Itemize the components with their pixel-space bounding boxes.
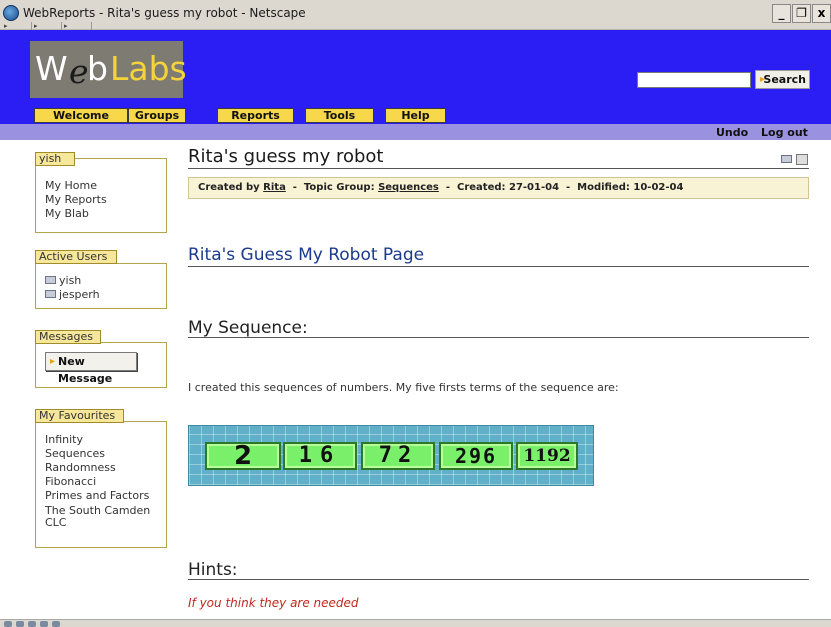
user-box: My Home My Reports My Blab [35, 158, 167, 233]
logo-letter-b: b [87, 49, 108, 88]
new-message-button[interactable]: ▸ New Message [45, 352, 137, 385]
page-heading: Rita's Guess My Robot Page [188, 245, 425, 265]
active-user-item[interactable]: jesperh [36, 288, 166, 302]
netscape-icon [3, 5, 19, 21]
title-actions [781, 154, 809, 166]
browser-statusbar [0, 619, 831, 627]
status-icon[interactable] [52, 621, 60, 627]
mail-icon [45, 290, 56, 298]
sequence-term: 72 [361, 442, 435, 470]
hint-text: If you think they are needed [188, 596, 359, 610]
tab-tools[interactable]: Tools [305, 108, 374, 123]
logo-letter-w: W [35, 49, 68, 88]
window-controls: _ ❐ x [772, 4, 831, 24]
tab-reports[interactable]: Reports [217, 108, 294, 123]
browser-titlebar: WebReports - Rita's guess my robot - Net… [0, 0, 831, 30]
user-box-title: yish [35, 152, 75, 166]
hints-heading: Hints: [188, 560, 238, 580]
hints-divider [188, 579, 809, 580]
logout-link[interactable]: Log out [761, 126, 808, 139]
status-icon[interactable] [28, 621, 36, 627]
report-meta-bar: Created by Rita - Topic Group: Sequences… [188, 177, 809, 199]
author-link[interactable]: Rita [263, 182, 286, 193]
status-icon[interactable] [4, 621, 12, 627]
status-icon[interactable] [16, 621, 24, 627]
topic-label: Topic Group: [303, 182, 375, 193]
modified-date: Modified: 10-02-04 [577, 182, 684, 193]
print-icon[interactable] [796, 154, 809, 165]
window-title: WebReports - Rita's guess my robot - Net… [23, 6, 306, 20]
active-user-name: jesperh [59, 288, 100, 301]
arrow-icon: ▸ [760, 74, 766, 85]
reload-arrow-icon[interactable]: ▸ [62, 22, 92, 30]
sequence-term: 16 [283, 442, 357, 470]
sidebar-item-my-home[interactable]: My Home [36, 179, 166, 193]
logo-letter-e: e [69, 52, 89, 91]
arrow-icon: ▸ [50, 356, 56, 367]
tab-groups[interactable]: Groups [128, 108, 186, 123]
title-divider [188, 168, 809, 169]
favourite-item[interactable]: Infinity [36, 433, 166, 447]
favourites-box: Infinity Sequences Randomness Fibonacci … [35, 421, 167, 548]
created-by-label: Created by [198, 182, 260, 193]
heading-divider [188, 266, 809, 267]
sidebar-item-my-reports[interactable]: My Reports [36, 193, 166, 207]
weblabs-logo[interactable]: W e b Labs [30, 41, 187, 98]
active-user-name: yish [59, 274, 82, 287]
status-icon[interactable] [40, 621, 48, 627]
sequence-image: 2 16 72 296 1192 [188, 425, 594, 486]
tab-help[interactable]: Help [385, 108, 446, 123]
undo-link[interactable]: Undo [716, 126, 748, 139]
favourites-title: My Favourites [35, 409, 124, 423]
active-user-item[interactable]: yish [36, 274, 166, 288]
search-button-label: Search [763, 73, 806, 86]
favourite-item[interactable]: CLC [36, 517, 166, 529]
favourite-item[interactable]: Sequences [36, 447, 166, 461]
meta-separator: - [292, 182, 297, 193]
search-input[interactable] [637, 72, 751, 88]
new-message-label: New Message [58, 355, 113, 385]
sub-navigation-bar: Undo Log out [0, 124, 831, 140]
favourite-item[interactable]: The South Camden [36, 503, 166, 517]
favourite-item[interactable]: Fibonacci [36, 475, 166, 489]
mail-icon [45, 276, 56, 284]
restore-button[interactable]: ❐ [792, 4, 811, 23]
sequence-divider [188, 337, 809, 338]
site-header: W e b Labs ▸ Search Welcome Groups Repor… [0, 30, 831, 140]
active-users-box: yish jesperh [35, 263, 167, 309]
tab-welcome[interactable]: Welcome [34, 108, 128, 123]
back-arrow-icon[interactable]: ▸ [2, 22, 32, 30]
favourite-item[interactable]: Randomness [36, 461, 166, 475]
messages-title: Messages [35, 330, 101, 344]
topic-link[interactable]: Sequences [378, 182, 439, 193]
meta-separator: - [566, 182, 571, 193]
created-date: Created: 27-01-04 [456, 182, 560, 193]
sequence-term: 2 [205, 442, 281, 470]
meta-separator: - [445, 182, 451, 193]
logo-labs: Labs [110, 49, 187, 88]
forward-arrow-icon[interactable]: ▸ [32, 22, 62, 30]
intro-text: I created this sequences of numbers. My … [188, 381, 619, 394]
search-button[interactable]: ▸ Search [755, 70, 810, 89]
sequence-term: 1192 [516, 442, 578, 470]
email-page-icon[interactable] [781, 154, 792, 163]
page-title: Rita's guess my robot [188, 146, 384, 167]
minimize-button[interactable]: _ [772, 4, 791, 23]
active-users-title: Active Users [35, 250, 117, 264]
browser-nav-arrows[interactable]: ▸ ▸ ▸ [2, 22, 92, 30]
close-button[interactable]: x [812, 4, 831, 23]
sequence-heading: My Sequence: [188, 318, 308, 338]
sequence-term: 296 [439, 442, 513, 470]
sidebar-item-my-blab[interactable]: My Blab [36, 207, 166, 221]
favourite-item[interactable]: Primes and Factors [36, 489, 166, 503]
